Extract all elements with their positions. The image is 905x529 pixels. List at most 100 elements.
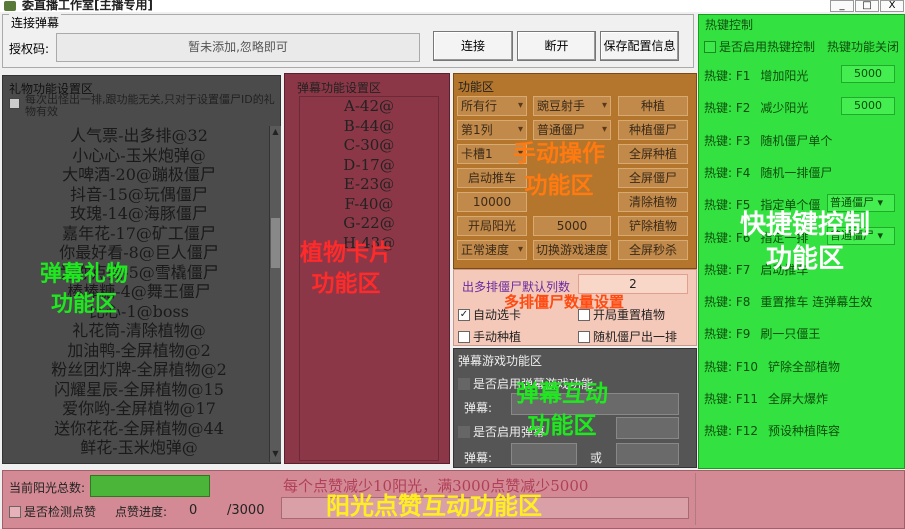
barrage-list-item[interactable]: F-40@ [300, 195, 438, 215]
switch-speed-button[interactable]: 切换游戏速度 [533, 240, 611, 260]
hotkey-key: 热键: F1 [704, 69, 751, 83]
full-kill-button[interactable]: 全屏秒杀 [618, 240, 688, 260]
checkbox-box [458, 425, 470, 438]
start-sun-input[interactable]: 5000 [533, 216, 611, 236]
gift-row-option-label: 每次出怪出一排,跟功能无关,只对于设置僵尸ID的礼物有效 [25, 93, 275, 118]
barrage-input-4[interactable] [616, 443, 679, 465]
gift-row-option-checkbox[interactable] [9, 98, 20, 109]
sun-area-label: 阳光点赞互动功能区 [326, 492, 542, 520]
barrage-list-item[interactable]: D-17@ [300, 156, 438, 176]
detect-like-label: 是否检测点赞 [24, 505, 97, 519]
overlay-line: 功能区 [766, 244, 845, 274]
hotkey-value-input[interactable]: 5000 [841, 97, 895, 116]
auth-code-input[interactable]: 暂未添加,忽略即可 [56, 33, 420, 62]
remove-plants-button[interactable]: 铲除植物 [618, 216, 688, 236]
barrage-list-item[interactable]: G-22@ [300, 214, 438, 234]
disconnect-button[interactable]: 断开 [517, 31, 596, 61]
gift-list-item[interactable]: 玫瑰-14@海豚僵尸 [9, 204, 269, 224]
checkbox-box [578, 330, 590, 343]
window-title: 委直播工作室[主播专用] [22, 0, 153, 12]
hotkey-action-label: 随机一排僵尸 [760, 165, 833, 180]
gift-list-item[interactable]: 粉丝团灯牌-全屏植物@2 [9, 360, 269, 380]
barrage-overlay-text: 植物卡片 功能区 [300, 238, 392, 300]
barrage-label-2: 弹幕: [464, 451, 493, 465]
app-icon [4, 1, 16, 11]
hotkey-area-label: 快捷键控制 功能区 [740, 208, 870, 276]
gift-list-item[interactable]: 小心心-玉米炮弹@ [9, 146, 269, 166]
gift-list-item[interactable]: 爱你哟-全屏植物@17 [9, 399, 269, 419]
random-zombie-label: 随机僵尸出一排 [593, 330, 678, 344]
maximize-button[interactable]: □ [855, 0, 879, 12]
gift-list-item[interactable]: 送你花花-全屏植物@44 [9, 419, 269, 439]
close-button[interactable]: X [880, 0, 904, 12]
barrage-input-3[interactable] [511, 443, 577, 465]
connect-button[interactable]: 连接 [433, 31, 513, 61]
hotkey-key: 热键: F10 [704, 359, 759, 374]
gift-list-item[interactable]: 人气票-出多排@32 [9, 126, 269, 146]
speed-select[interactable]: 正常速度 [457, 240, 527, 260]
hotkey-row: 热键: F8 重置推车 连弹幕生效 [704, 293, 872, 310]
hotkey-row: 热键: F11 全屏大爆炸 [704, 390, 828, 407]
column-select[interactable]: 第1列 [457, 120, 527, 140]
sun-total-label: 当前阳光总数: [9, 481, 86, 495]
hotkey-action-label: 增加阳光 [760, 69, 809, 83]
hotkey-key: 热键: F11 [704, 392, 759, 406]
minimize-button[interactable]: _ [830, 0, 854, 12]
hotkey-action-label: 减少阳光 [760, 101, 809, 116]
random-zombie-checkbox[interactable]: 随机僵尸出一排 [578, 328, 677, 345]
overlay-line: 功能区 [51, 292, 118, 317]
barrage-input-2[interactable] [616, 417, 679, 439]
enable-hotkey-label: 是否启用热键控制 [719, 40, 816, 54]
gift-list-item[interactable]: 鲜花-玉米炮弹@ [9, 438, 269, 458]
gift-list-item[interactable]: 嘉年花-17@矿工僵尸 [9, 224, 269, 244]
multirow-area-label: 多排僵尸数量设置 [504, 293, 625, 311]
function-caption: 功能区 [458, 80, 495, 94]
gift-list-item[interactable]: 闪耀星辰-全屏植物@15 [9, 380, 269, 400]
scroll-thumb[interactable] [271, 218, 280, 268]
hotkey-value-input[interactable]: 5000 [841, 65, 895, 83]
like-progress-max: /3000 [227, 503, 265, 518]
full-plant-button[interactable]: 全屏种植 [618, 144, 688, 164]
scroll-up-icon[interactable]: ▲ [270, 126, 281, 138]
plant-button[interactable]: 种植 [618, 96, 688, 116]
enable-hotkey-checkbox[interactable]: 是否启用热键控制 [704, 38, 815, 55]
gift-scrollbar[interactable]: ▲ ▼ [269, 126, 281, 462]
full-zombie-button[interactable]: 全屏僵尸 [618, 168, 688, 188]
or-label: 或 [590, 451, 603, 465]
clear-plants-button[interactable]: 清除植物 [618, 192, 688, 212]
hotkey-status: 热键功能关闭 [827, 40, 900, 54]
hotkey-row: 热键: F2 减少阳光 [704, 99, 808, 116]
row-select[interactable]: 所有行 [457, 96, 527, 116]
barrage-list-item[interactable]: C-30@ [300, 136, 438, 156]
scroll-down-icon[interactable]: ▼ [270, 448, 281, 460]
title-bar: 委直播工作室[主播专用] _ □ X [0, 0, 905, 12]
barrage-list-item[interactable]: A-42@ [300, 97, 438, 117]
checkbox-box [458, 377, 470, 390]
start-sun-button[interactable]: 开局阳光 [457, 216, 527, 236]
connect-caption: 连接弹幕 [9, 14, 62, 31]
barrage-caption: 弹幕功能设置区 [297, 81, 382, 95]
barrage-game-overlay-text: 弹幕互动 功能区 [516, 378, 608, 442]
manual-plant-checkbox[interactable]: 手动种植 [458, 328, 521, 345]
barrage-list-item[interactable]: B-44@ [300, 117, 438, 137]
gift-list-item[interactable]: 大啤酒-20@蹦极僵尸 [9, 165, 269, 185]
hotkey-row: 热键: F12 预设种植阵容 [704, 422, 840, 439]
gift-list-item[interactable]: 加油鸭-全屏植物@2 [9, 341, 269, 361]
barrage-list-item[interactable]: E-23@ [300, 175, 438, 195]
function-overlay-text: 手动操作 功能区 [513, 138, 605, 202]
plant-zombie-button[interactable]: 种植僵尸 [618, 120, 688, 140]
gift-overlay-text: 弹幕礼物 功能区 [40, 260, 128, 320]
plant-select[interactable]: 豌豆射手 [533, 96, 611, 116]
save-config-button[interactable]: 保存配置信息 [600, 31, 679, 61]
hotkey-key: 热键: F2 [704, 101, 751, 116]
gift-list-item[interactable]: 抖音-15@玩偶僵尸 [9, 185, 269, 205]
hotkey-action-label: 全屏大爆炸 [768, 392, 829, 406]
hotkey-action-label: 随机僵尸单个 [760, 133, 833, 148]
hotkey-key: 热键: F4 [704, 165, 751, 180]
gift-list-item[interactable]: 礼花筒-清除植物@ [9, 321, 269, 341]
zombie-select[interactable]: 普通僵尸 [533, 120, 611, 140]
overlay-line: 手动操作 [513, 141, 605, 167]
checkbox-box [9, 505, 21, 518]
checkbox-box [458, 330, 470, 343]
detect-like-checkbox[interactable]: 是否检测点赞 [9, 503, 96, 520]
